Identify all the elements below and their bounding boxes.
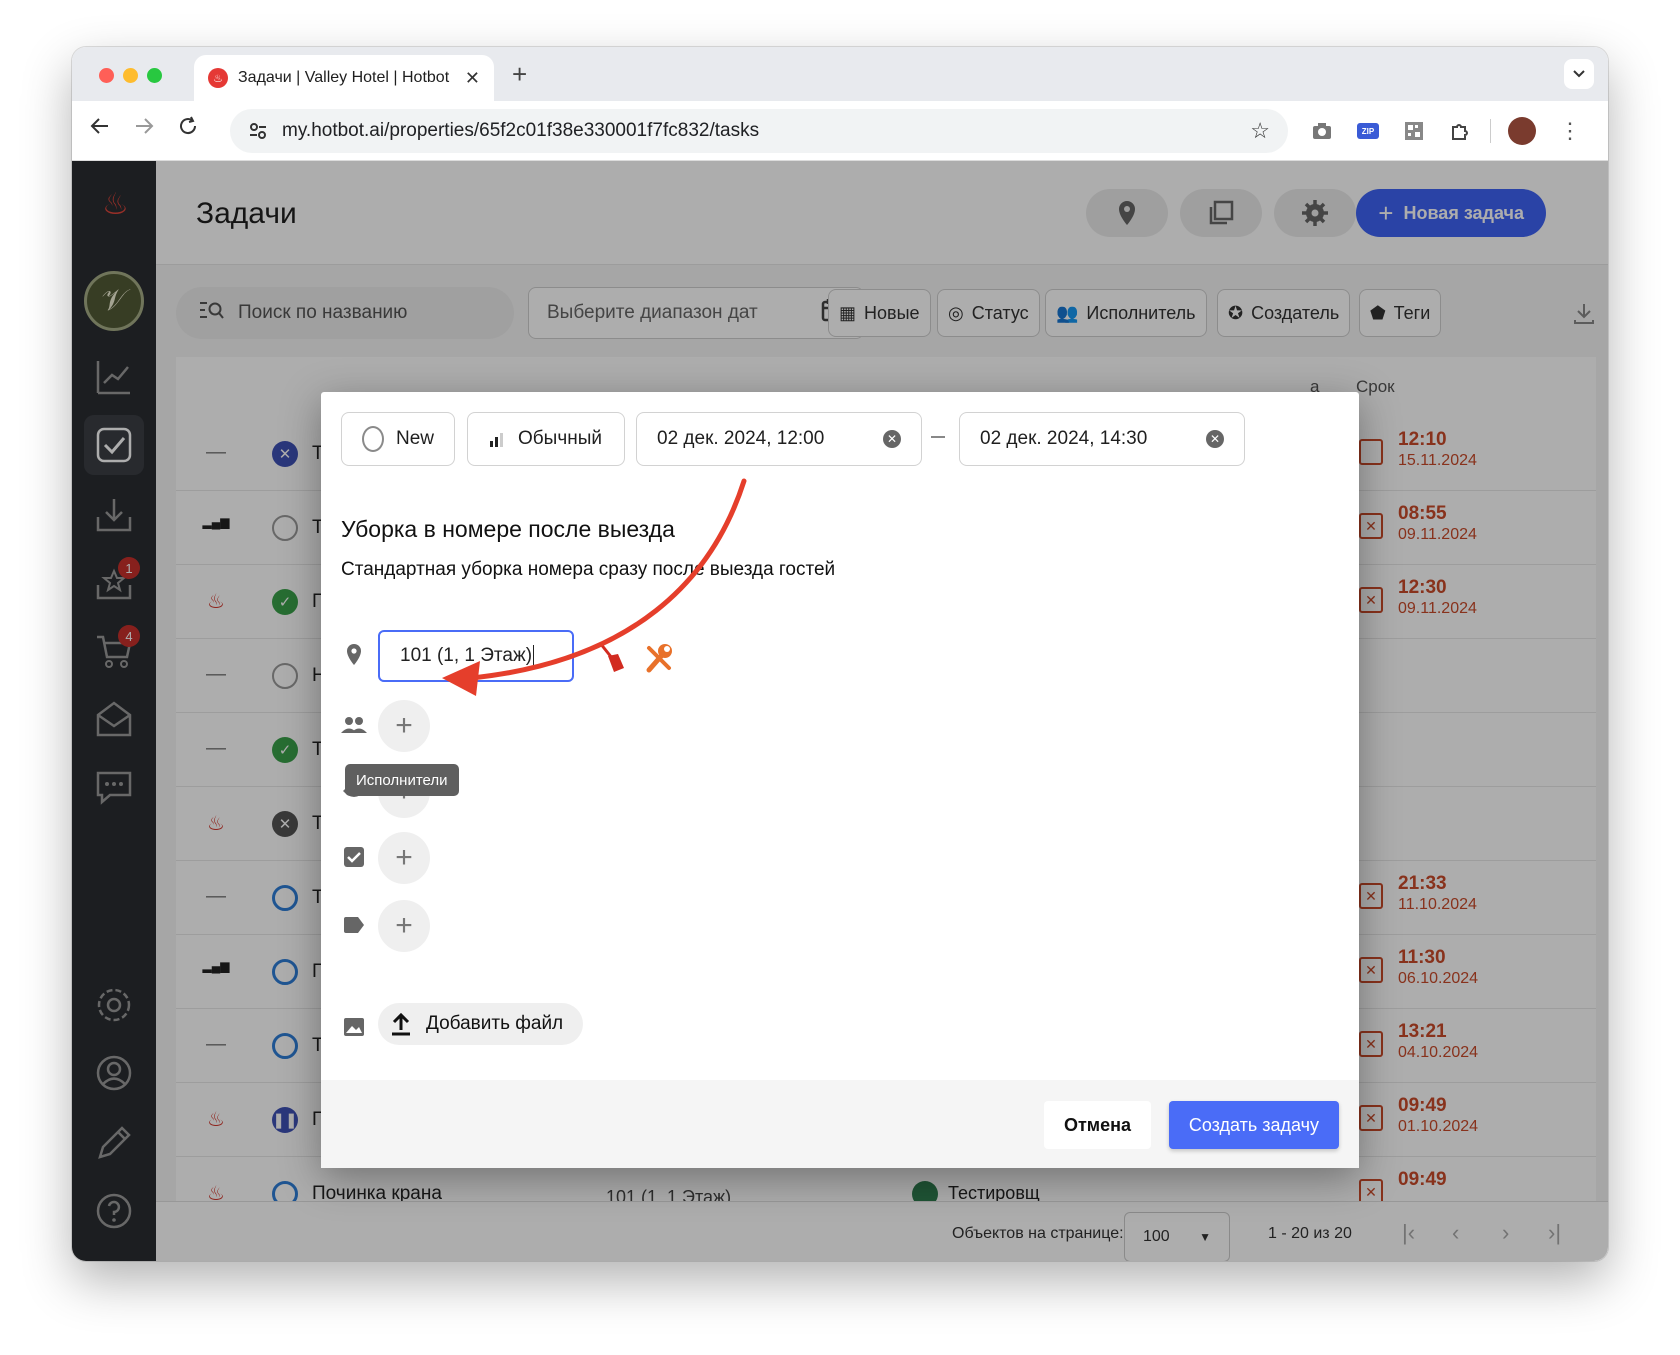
people-icon — [341, 712, 367, 738]
arrow-right-icon — [136, 118, 154, 134]
url-text[interactable]: my.hotbot.ai/properties/65f2c01f38e33000… — [282, 120, 759, 142]
add-tag-button[interactable]: + — [378, 900, 430, 952]
address-bar[interactable]: my.hotbot.ai/properties/65f2c01f38e33000… — [230, 109, 1288, 153]
text-caret — [533, 645, 535, 667]
tab-title: Задачи | Valley Hotel | Hotbot — [238, 69, 450, 86]
create-task-button[interactable]: Создать задачу — [1168, 1101, 1339, 1149]
assignees-tooltip: Исполнители — [345, 764, 459, 796]
task-description-input[interactable]: Стандартная уборка номера сразу после вы… — [341, 559, 835, 581]
hotbot-favicon-icon: ♨ — [208, 68, 228, 88]
add-file-label: Добавить файл — [426, 1013, 564, 1034]
maintenance-wrench-icon[interactable] — [643, 640, 675, 679]
tab-close-button[interactable]: ✕ — [465, 68, 480, 89]
priority-select[interactable]: Обычный — [467, 412, 625, 466]
location-value: 101 (1, 1 Этаж) — [400, 645, 533, 666]
zip-icon[interactable]: ZIP — [1354, 117, 1382, 145]
qr-icon[interactable] — [1400, 117, 1428, 145]
status-label: New — [395, 428, 434, 449]
add-file-button[interactable]: Добавить файл — [378, 1003, 584, 1045]
tab-strip: ♨ Задачи | Valley Hotel | Hotbot ✕ + — [72, 47, 1608, 101]
reload-icon — [180, 116, 197, 135]
window-controls — [99, 68, 162, 83]
add-assignee-button[interactable]: + — [378, 700, 430, 752]
priority-bars-icon — [490, 433, 503, 447]
clear-start-icon[interactable]: ✕ — [883, 430, 901, 448]
reload-button[interactable] — [172, 115, 204, 144]
clear-end-icon[interactable]: ✕ — [1206, 430, 1224, 448]
create-task-dialog: New Обычный 02 дек. 2024, 12:00 ✕ 02 дек… — [321, 392, 1359, 1168]
hotbot-app: ♨ 𝒱 1 4 Задачи + Новая задача Поиск по н… — [72, 161, 1608, 1261]
image-icon — [341, 1014, 367, 1040]
status-radio-icon — [362, 426, 384, 452]
end-datetime-value: 02 дек. 2024, 14:30 — [980, 428, 1148, 449]
priority-label: Обычный — [518, 428, 602, 449]
add-checklist-button[interactable]: + — [378, 832, 430, 884]
camera-icon[interactable] — [1308, 117, 1336, 145]
forward-button[interactable] — [128, 115, 160, 144]
profile-avatar[interactable] — [1508, 117, 1536, 145]
minimize-window-button[interactable] — [123, 68, 138, 83]
location-pin-icon — [341, 642, 367, 668]
end-datetime-input[interactable]: 02 дек. 2024, 14:30 ✕ — [959, 412, 1245, 466]
maximize-window-button[interactable] — [147, 68, 162, 83]
back-button[interactable] — [84, 115, 116, 144]
browser-menu-button[interactable]: ⋮ — [1556, 117, 1584, 145]
browser-tab[interactable]: ♨ Задачи | Valley Hotel | Hotbot ✕ — [194, 55, 494, 101]
start-datetime-input[interactable]: 02 дек. 2024, 12:00 ✕ — [636, 412, 922, 466]
puzzle-icon[interactable] — [1446, 117, 1474, 145]
chevron-down-icon — [1573, 70, 1585, 78]
zip-label: ZIP — [1357, 123, 1379, 139]
cleaning-broom-icon[interactable] — [596, 640, 628, 679]
arrow-left-icon — [90, 118, 108, 134]
date-range-dash — [931, 436, 945, 438]
browser-window: ♨ Задачи | Valley Hotel | Hotbot ✕ + my.… — [72, 47, 1608, 1261]
tag-icon — [341, 912, 367, 938]
location-input[interactable]: 101 (1, 1 Этаж) — [378, 630, 574, 682]
upload-icon — [392, 1012, 410, 1036]
toolbar-divider — [1490, 119, 1491, 143]
bookmark-star-icon[interactable]: ☆ — [1250, 118, 1270, 144]
dialog-footer: Отмена Создать задачу — [321, 1080, 1359, 1168]
tab-search-button[interactable] — [1564, 59, 1594, 89]
cancel-button[interactable]: Отмена — [1043, 1101, 1151, 1149]
close-window-button[interactable] — [99, 68, 114, 83]
checklist-icon — [341, 844, 367, 870]
start-datetime-value: 02 дек. 2024, 12:00 — [657, 428, 825, 449]
new-tab-button[interactable]: + — [512, 59, 527, 90]
browser-toolbar: my.hotbot.ai/properties/65f2c01f38e33000… — [72, 101, 1608, 161]
site-settings-icon[interactable] — [248, 121, 268, 141]
task-title-input[interactable]: Уборка в номере после выезда — [341, 516, 675, 543]
status-select[interactable]: New — [341, 412, 455, 466]
